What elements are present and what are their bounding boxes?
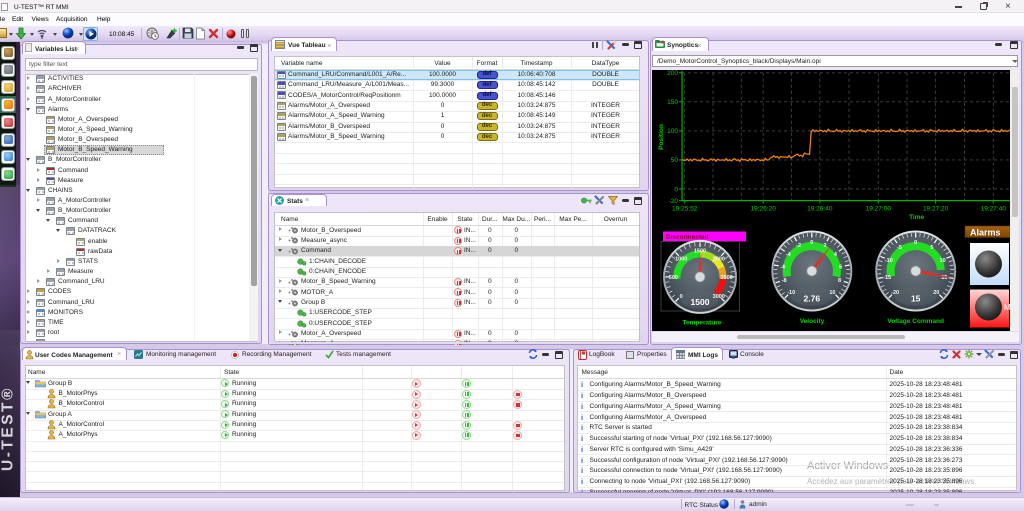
svg-text:0: 0 bbox=[680, 294, 683, 300]
svg-text:3000: 3000 bbox=[713, 294, 725, 300]
svg-text:-8: -8 bbox=[782, 278, 787, 284]
svg-text:200: 200 bbox=[667, 70, 678, 77]
svg-text:19:25:52: 19:25:52 bbox=[672, 206, 698, 213]
svg-text:1000: 1000 bbox=[675, 256, 687, 262]
svg-text:10: 10 bbox=[940, 258, 946, 264]
svg-text:15: 15 bbox=[911, 294, 921, 304]
svg-text:0: 0 bbox=[674, 186, 678, 193]
svg-text:-2: -2 bbox=[796, 243, 801, 249]
svg-text:-5: -5 bbox=[897, 245, 902, 251]
svg-text:6: 6 bbox=[839, 265, 842, 271]
svg-text:Temperature: Temperature bbox=[683, 320, 722, 327]
svg-text:Time: Time bbox=[909, 214, 924, 221]
svg-text:500: 500 bbox=[669, 275, 678, 281]
svg-text:2.76: 2.76 bbox=[804, 294, 821, 304]
svg-text:19:27:40: 19:27:40 bbox=[981, 206, 1007, 213]
svg-text:-20: -20 bbox=[669, 198, 679, 205]
svg-text:2000: 2000 bbox=[713, 256, 725, 262]
svg-text:Disconnected: Disconnected bbox=[666, 234, 709, 241]
svg-text:-10: -10 bbox=[787, 290, 795, 296]
svg-text:10: 10 bbox=[829, 290, 835, 296]
svg-text:19:26:40: 19:26:40 bbox=[807, 206, 833, 213]
svg-text:100: 100 bbox=[667, 128, 678, 135]
svg-text:150: 150 bbox=[667, 99, 678, 106]
svg-text:Position: Position bbox=[658, 124, 665, 150]
svg-text:19:27:20: 19:27:20 bbox=[923, 206, 949, 213]
svg-text:19:26:20: 19:26:20 bbox=[751, 206, 777, 213]
svg-text:-6: -6 bbox=[781, 265, 786, 271]
svg-text:0: 0 bbox=[914, 240, 917, 246]
svg-text:0: 0 bbox=[810, 240, 813, 246]
svg-text:50: 50 bbox=[671, 157, 679, 164]
svg-text:19:27:00: 19:27:00 bbox=[866, 206, 892, 213]
svg-text:Voltage Command: Voltage Command bbox=[887, 318, 944, 325]
svg-text:Alarms: Alarms bbox=[970, 228, 1001, 238]
svg-text:-15: -15 bbox=[883, 275, 891, 281]
svg-text:5: 5 bbox=[930, 245, 933, 251]
svg-text:20: 20 bbox=[933, 290, 939, 296]
svg-text:2500: 2500 bbox=[720, 275, 732, 281]
svg-text:-10: -10 bbox=[885, 258, 893, 264]
svg-text:8: 8 bbox=[838, 278, 841, 284]
svg-text:-20: -20 bbox=[891, 290, 899, 296]
svg-text:2: 2 bbox=[823, 243, 826, 249]
svg-text:Velocity: Velocity bbox=[800, 318, 825, 325]
svg-text:1500: 1500 bbox=[691, 297, 710, 307]
